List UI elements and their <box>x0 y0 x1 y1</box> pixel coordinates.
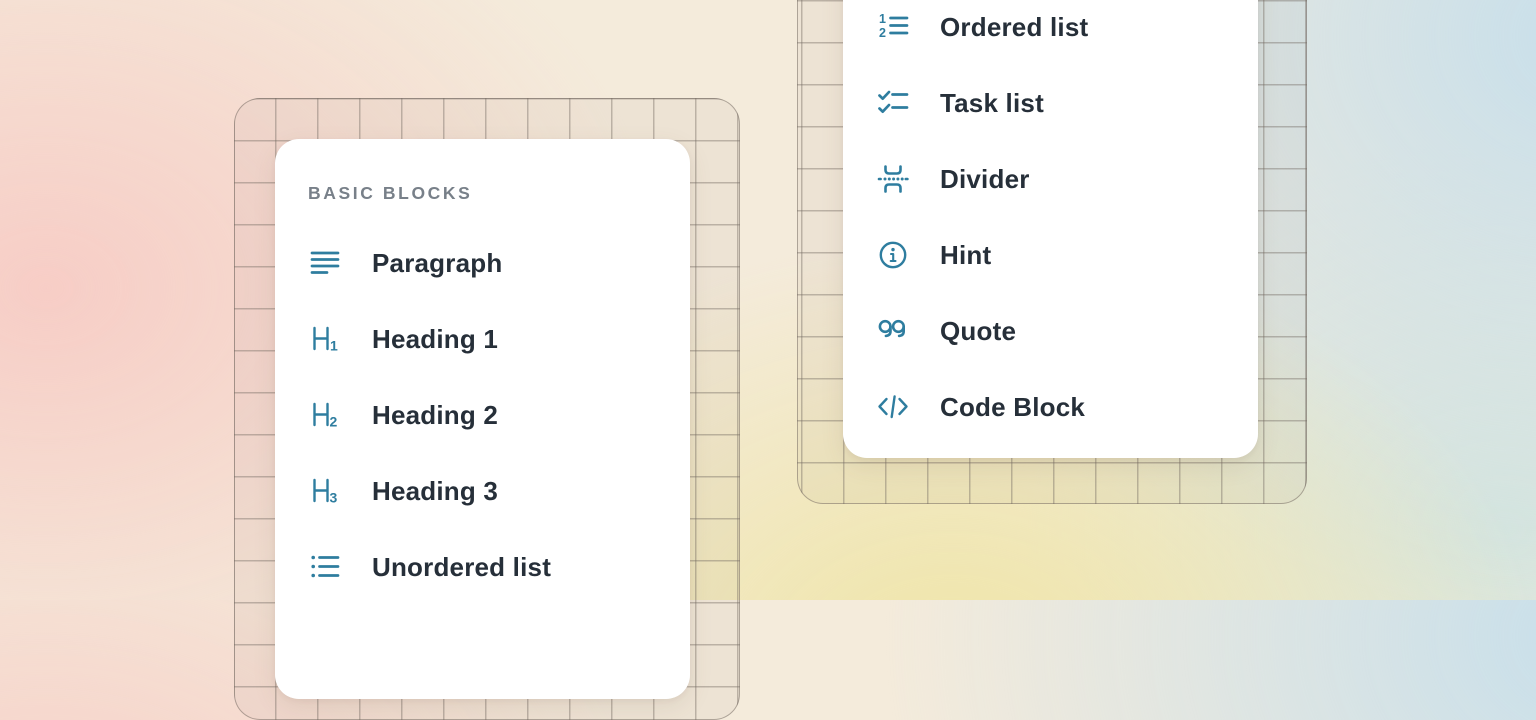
svg-text:1: 1 <box>330 338 338 354</box>
menu-item-label: Heading 1 <box>372 324 498 355</box>
svg-text:3: 3 <box>330 490 338 506</box>
menu-item-label: Unordered list <box>372 552 551 583</box>
menu-item-label: Code Block <box>940 392 1085 423</box>
menu-item-label: Heading 3 <box>372 476 498 507</box>
section-label: BASIC BLOCKS <box>308 181 657 205</box>
insert-blocks-menu-card: 12 Ordered list Task list Divider Hint Q… <box>843 0 1258 458</box>
menu-item-label: Divider <box>940 164 1030 195</box>
hint-icon <box>876 238 910 272</box>
svg-text:1: 1 <box>879 12 886 26</box>
svg-text:2: 2 <box>330 414 338 430</box>
menu-item-divider[interactable]: Divider <box>876 141 1225 217</box>
unordered-list-icon <box>308 550 342 584</box>
menu-item-code-block[interactable]: Code Block <box>876 369 1225 445</box>
menu-item-label: Heading 2 <box>372 400 498 431</box>
divider-icon <box>876 162 910 196</box>
quote-icon <box>876 314 910 348</box>
menu-item-quote[interactable]: Quote <box>876 293 1225 369</box>
basic-blocks-menu-card: BASIC BLOCKS Paragraph 1 Heading 1 2 Hea… <box>275 139 690 699</box>
menu-item-label: Ordered list <box>940 12 1088 43</box>
menu-item-heading-3[interactable]: 3 Heading 3 <box>308 453 657 529</box>
ordered-list-icon: 12 <box>876 10 910 44</box>
task-list-icon <box>876 86 910 120</box>
menu-item-task-list[interactable]: Task list <box>876 65 1225 141</box>
code-block-icon <box>876 390 910 424</box>
menu-item-heading-2[interactable]: 2 Heading 2 <box>308 377 657 453</box>
menu-item-hint[interactable]: Hint <box>876 217 1225 293</box>
menu-item-ordered-list[interactable]: 12 Ordered list <box>876 0 1225 65</box>
menu-item-label: Hint <box>940 240 991 271</box>
paragraph-icon <box>308 246 342 280</box>
menu-item-unordered-list[interactable]: Unordered list <box>308 529 657 605</box>
heading-1-icon: 1 <box>308 322 342 356</box>
insert-blocks-menu: 12 Ordered list Task list Divider Hint Q… <box>876 0 1225 445</box>
heading-3-icon: 3 <box>308 474 342 508</box>
svg-text:2: 2 <box>879 26 886 40</box>
menu-item-label: Task list <box>940 88 1044 119</box>
heading-2-icon: 2 <box>308 398 342 432</box>
menu-item-heading-1[interactable]: 1 Heading 1 <box>308 301 657 377</box>
menu-item-paragraph[interactable]: Paragraph <box>308 225 657 301</box>
menu-item-label: Paragraph <box>372 248 502 279</box>
basic-blocks-menu: Paragraph 1 Heading 1 2 Heading 2 3 Head… <box>308 225 657 605</box>
menu-item-label: Quote <box>940 316 1016 347</box>
